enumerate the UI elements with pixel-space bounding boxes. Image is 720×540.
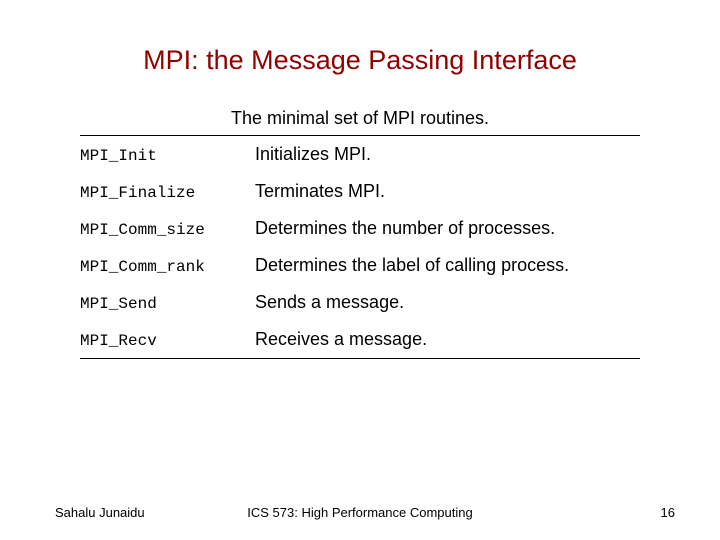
routine-desc: Receives a message.	[255, 329, 640, 350]
table-row: MPI_Comm_size Determines the number of p…	[80, 210, 640, 247]
slide: MPI: the Message Passing Interface The m…	[0, 0, 720, 540]
routine-desc: Terminates MPI.	[255, 181, 640, 202]
table-row: MPI_Finalize Terminates MPI.	[80, 173, 640, 210]
routine-name: MPI_Init	[80, 147, 255, 165]
routine-name: MPI_Send	[80, 295, 255, 313]
subtitle: The minimal set of MPI routines.	[65, 108, 655, 129]
routine-name: MPI_Finalize	[80, 184, 255, 202]
table-row: MPI_Recv Receives a message.	[80, 321, 640, 358]
routine-name: MPI_Comm_size	[80, 221, 255, 239]
routine-name: MPI_Comm_rank	[80, 258, 255, 276]
footer: Sahalu Junaidu ICS 573: High Performance…	[0, 505, 720, 520]
table-row: MPI_Init Initializes MPI.	[80, 136, 640, 173]
routine-name: MPI_Recv	[80, 332, 255, 350]
page-number: 16	[661, 505, 675, 520]
page-title: MPI: the Message Passing Interface	[65, 45, 655, 76]
routine-desc: Determines the number of processes.	[255, 218, 640, 239]
footer-course: ICS 573: High Performance Computing	[247, 505, 472, 520]
table-row: MPI_Comm_rank Determines the label of ca…	[80, 247, 640, 284]
table-rule-bottom	[80, 358, 640, 359]
table-row: MPI_Send Sends a message.	[80, 284, 640, 321]
footer-author: Sahalu Junaidu	[55, 505, 145, 520]
routines-table: MPI_Init Initializes MPI. MPI_Finalize T…	[80, 135, 640, 359]
routine-desc: Sends a message.	[255, 292, 640, 313]
routine-desc: Initializes MPI.	[255, 144, 640, 165]
routine-desc: Determines the label of calling process.	[255, 255, 640, 276]
